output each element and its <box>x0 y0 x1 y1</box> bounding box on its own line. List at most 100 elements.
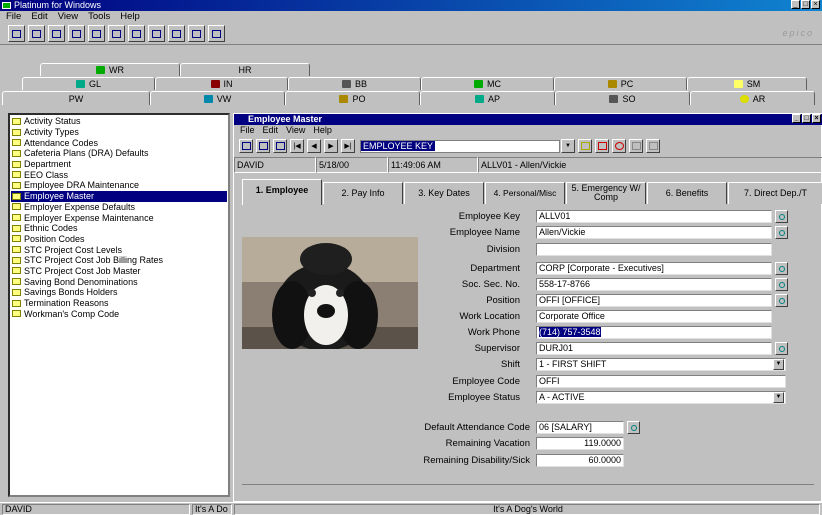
ssn-lookup-button[interactable] <box>775 278 788 291</box>
remaining-disability-field[interactable]: 60.0000 <box>536 454 624 467</box>
ssn-field[interactable]: 558-17-8766 <box>536 278 772 291</box>
tab-po[interactable]: PO <box>285 91 420 105</box>
division-field[interactable] <box>536 243 772 256</box>
child-menu-edit[interactable]: Edit <box>263 125 279 136</box>
list-item[interactable]: Attendance Codes <box>11 137 227 148</box>
tab-ar[interactable]: AR <box>690 91 815 105</box>
tab-pay-info[interactable]: 2. Pay Info <box>323 182 403 204</box>
list-item[interactable]: EEO Class <box>11 169 227 180</box>
toolbar-print-button[interactable] <box>88 25 105 42</box>
toolbar-open-button[interactable] <box>8 25 25 42</box>
child-menu-file[interactable]: File <box>240 125 255 136</box>
tab-personal-misc[interactable]: 4. Personal/Misc <box>485 182 565 204</box>
find-button[interactable] <box>578 139 592 153</box>
edit-button[interactable] <box>273 139 287 153</box>
tab-direct-deposit[interactable]: 7. Direct Dep./T <box>728 182 822 204</box>
tab-bb[interactable]: BB <box>288 77 421 90</box>
child-maximize-button[interactable]: □ <box>802 114 811 123</box>
close-record-button[interactable] <box>629 139 643 153</box>
position-lookup-button[interactable] <box>775 294 788 307</box>
tab-key-dates[interactable]: 3. Key Dates <box>404 182 484 204</box>
toolbar-report-button[interactable] <box>168 25 185 42</box>
position-field[interactable]: OFFI [OFFICE] <box>536 294 772 307</box>
tab-mc[interactable]: MC <box>421 77 554 90</box>
employee-key-field[interactable]: ALLV01 <box>536 210 772 223</box>
employee-status-select[interactable]: A - ACTIVE <box>536 391 786 404</box>
new-record-button[interactable] <box>239 139 253 153</box>
save-button[interactable] <box>256 139 270 153</box>
work-location-field[interactable]: Corporate Office <box>536 310 772 323</box>
remaining-vacation-field[interactable]: 119.0000 <box>536 437 624 450</box>
list-item[interactable]: Workman's Comp Code <box>11 308 227 319</box>
list-item[interactable]: STC Project Cost Job Master <box>11 266 227 277</box>
toolbar-calc-button[interactable] <box>208 25 225 42</box>
status-dropdown-button[interactable]: ▼ <box>773 392 784 403</box>
list-item[interactable]: Employer Expense Maintenance <box>11 212 227 223</box>
menu-tools[interactable]: Tools <box>88 11 110 22</box>
prev-record-button[interactable]: ◀ <box>307 139 321 153</box>
list-item[interactable]: Activity Status <box>11 116 227 127</box>
tab-pw[interactable]: PW <box>2 91 150 105</box>
tab-employee[interactable]: 1. Employee <box>242 179 322 205</box>
list-item[interactable]: Position Codes <box>11 234 227 245</box>
tab-hr[interactable]: HR <box>180 63 310 76</box>
supervisor-lookup-button[interactable] <box>775 342 788 355</box>
department-field[interactable]: CORP [Corporate - Executives] <box>536 262 772 275</box>
list-item[interactable]: Activity Types <box>11 127 227 138</box>
list-item[interactable]: Employer Expense Defaults <box>11 202 227 213</box>
tab-ap[interactable]: AP <box>420 91 555 105</box>
menu-view[interactable]: View <box>58 11 78 22</box>
shift-dropdown-button[interactable]: ▼ <box>773 359 784 370</box>
menu-help[interactable]: Help <box>120 11 140 22</box>
tab-vw[interactable]: VW <box>150 91 285 105</box>
maximize-button[interactable]: □ <box>801 0 810 9</box>
first-record-button[interactable]: |◀ <box>290 139 304 153</box>
list-item[interactable]: Termination Reasons <box>11 298 227 309</box>
list-item[interactable]: Employee DRA Maintenance <box>11 180 227 191</box>
attendance-lookup-button[interactable] <box>627 421 640 434</box>
list-item[interactable]: STC Project Cost Job Billing Rates <box>11 255 227 266</box>
tab-wr[interactable]: WR <box>40 63 180 76</box>
shift-select[interactable]: 1 - FIRST SHIFT <box>536 358 786 371</box>
next-record-button[interactable]: ▶ <box>324 139 338 153</box>
stop-button[interactable] <box>612 139 626 153</box>
close-button[interactable]: × <box>811 0 820 9</box>
grid-view-button[interactable] <box>646 139 660 153</box>
toolbar-window-button[interactable] <box>48 25 65 42</box>
child-menu-view[interactable]: View <box>286 125 305 136</box>
key-dropdown-button[interactable]: ▼ <box>561 139 575 153</box>
tab-so[interactable]: SO <box>555 91 690 105</box>
menu-edit[interactable]: Edit <box>31 11 47 22</box>
tab-gl[interactable]: GL <box>22 77 155 90</box>
child-menu-help[interactable]: Help <box>313 125 332 136</box>
list-item-selected[interactable]: Employee Master <box>11 190 227 202</box>
employee-name-lookup-button[interactable] <box>775 226 788 239</box>
tab-in[interactable]: IN <box>155 77 288 90</box>
key-selector[interactable]: EMPLOYEE KEY <box>360 139 560 153</box>
toolbar-list-button[interactable] <box>68 25 85 42</box>
notes-button[interactable] <box>595 139 609 153</box>
list-item[interactable]: Cafeteria Plans (DRA) Defaults <box>11 148 227 159</box>
supervisor-field[interactable]: DURJ01 <box>536 342 772 355</box>
list-item[interactable]: Department <box>11 159 227 170</box>
list-item[interactable]: STC Project Cost Levels <box>11 244 227 255</box>
list-item[interactable]: Savings Bonds Holders <box>11 287 227 298</box>
employee-code-field[interactable]: OFFI <box>536 375 786 388</box>
default-attendance-field[interactable]: 06 [SALARY] <box>536 421 624 434</box>
department-lookup-button[interactable] <box>775 262 788 275</box>
list-item[interactable]: Saving Bond Denominations <box>11 276 227 287</box>
toolbar-edit-button[interactable] <box>148 25 165 42</box>
minimize-button[interactable]: _ <box>791 0 800 9</box>
employee-key-lookup-button[interactable] <box>775 210 788 223</box>
tab-emergency-wcomp[interactable]: 5. Emergency W/ Comp <box>566 182 646 204</box>
toolbar-new-button[interactable] <box>28 25 45 42</box>
list-item[interactable]: Ethnic Codes <box>11 223 227 234</box>
menu-file[interactable]: File <box>6 11 21 22</box>
tab-benefits[interactable]: 6. Benefits <box>647 182 727 204</box>
toolbar-users-button[interactable] <box>108 25 125 42</box>
work-phone-field[interactable]: (714) 757-3548 <box>536 326 772 339</box>
toolbar-chart-button[interactable] <box>188 25 205 42</box>
toolbar-grid-button[interactable] <box>128 25 145 42</box>
tab-pc[interactable]: PC <box>554 77 687 90</box>
last-record-button[interactable]: ▶| <box>341 139 355 153</box>
